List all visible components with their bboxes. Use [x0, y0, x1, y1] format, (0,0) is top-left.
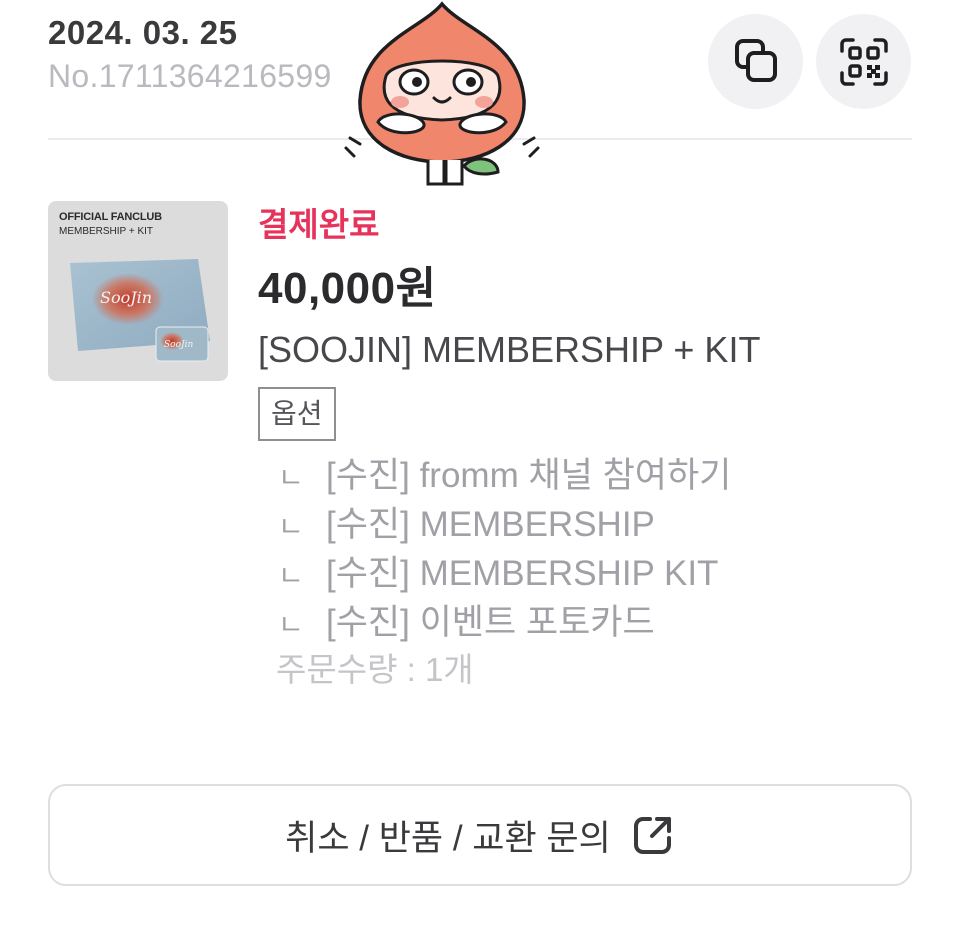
- thumbnail-card-logo: SooJin: [164, 340, 193, 350]
- option-text: [수진] MEMBERSHIP KIT: [326, 554, 719, 593]
- option-marker: ㄴ: [278, 462, 304, 493]
- item-price: 40,000원: [258, 264, 437, 313]
- thumbnail-logo: SooJin: [100, 288, 152, 307]
- payment-status: 결제완료: [258, 206, 380, 243]
- qr-code-icon: [839, 37, 888, 86]
- option-list: ㄴ [수진] fromm 채널 참여하기 ㄴ [수진] MEMBERSHIP ㄴ [수…: [278, 451, 731, 647]
- cancel-return-exchange-inquiry-button[interactable]: 취소 / 반품 / 교환 문의: [48, 784, 912, 886]
- option-item: ㄴ [수진] MEMBERSHIP: [278, 500, 731, 549]
- option-text: [수진] 이벤트 포토카드: [326, 603, 655, 642]
- option-marker: ㄴ: [278, 560, 304, 591]
- qr-code-button[interactable]: [816, 14, 911, 109]
- option-badge: 옵션: [258, 387, 336, 441]
- copy-button[interactable]: [708, 14, 803, 109]
- copy-icon: [734, 38, 777, 82]
- option-text: [수진] MEMBERSHIP: [326, 505, 655, 544]
- membership-kit-image: SooJin SooJin: [70, 259, 210, 362]
- order-date: 2024. 03. 25: [48, 14, 238, 51]
- option-text: [수진] fromm 채널 참여하기: [326, 456, 732, 495]
- option-marker: ㄴ: [278, 609, 304, 640]
- peach-character-sticker: [344, 1, 540, 186]
- option-item: ㄴ [수진] MEMBERSHIP KIT: [278, 549, 731, 598]
- external-link-icon: [633, 817, 671, 854]
- option-marker: ㄴ: [278, 511, 304, 542]
- order-quantity: 주문수량 : 1개: [276, 651, 474, 688]
- option-item: ㄴ [수진] fromm 채널 참여하기: [278, 451, 731, 500]
- option-item: ㄴ [수진] 이벤트 포토카드: [278, 598, 731, 647]
- order-number: No.1711364216599: [48, 58, 332, 94]
- product-thumbnail[interactable]: OFFICIAL FANCLUB MEMBERSHIP + KIT SooJin…: [48, 201, 228, 381]
- product-name[interactable]: [SOOJIN] MEMBERSHIP + KIT: [258, 329, 760, 371]
- inquiry-label: 취소 / 반품 / 교환 문의: [285, 818, 611, 858]
